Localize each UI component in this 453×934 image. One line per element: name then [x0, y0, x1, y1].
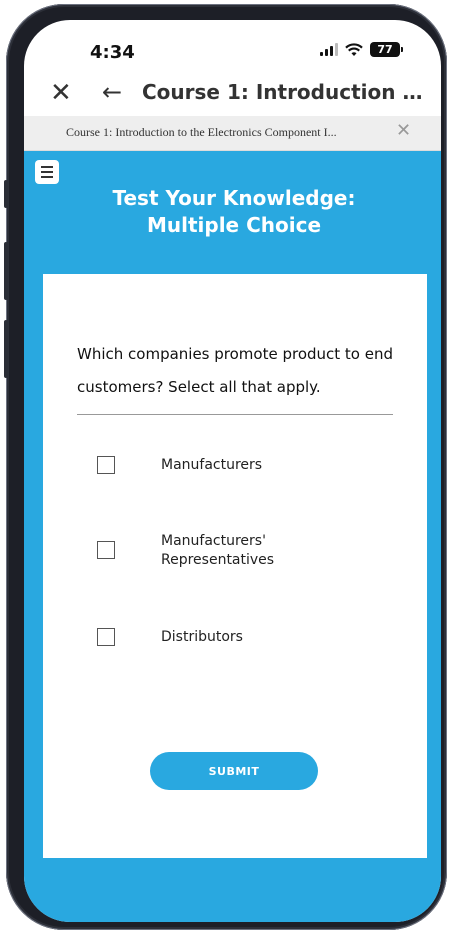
- battery-tip: [401, 47, 403, 52]
- phone-frame: 4:34 77 ✕ ← Course 1: Introduction to t.…: [4, 4, 447, 930]
- question-card: Which companies promote product to end c…: [43, 274, 427, 858]
- option-label: Manufacturers' Representatives: [161, 533, 275, 568]
- status-bar: 4:34 77: [24, 20, 441, 72]
- option-label: Manufacturers: [161, 457, 263, 473]
- screen: 4:34 77 ✕ ← Course 1: Introduction to t.…: [24, 20, 441, 922]
- quiz-title: Test Your Knowledge: Multiple Choice: [112, 186, 356, 237]
- option-label: Distributors: [161, 629, 243, 645]
- course-tab-bar: Course 1: Introduction to the Electronic…: [24, 116, 441, 151]
- silent-switch: [4, 180, 8, 208]
- tab-close-icon[interactable]: ✕: [396, 121, 411, 141]
- close-icon[interactable]: ✕: [50, 80, 72, 106]
- app-header: ✕ ← Course 1: Introduction to t...: [24, 76, 441, 114]
- back-arrow-icon[interactable]: ←: [102, 79, 122, 105]
- page-title: Course 1: Introduction to t...: [142, 80, 427, 104]
- checkbox[interactable]: [97, 628, 115, 646]
- checkbox[interactable]: [97, 456, 115, 474]
- checkbox[interactable]: [97, 541, 115, 559]
- status-time: 4:34: [90, 42, 135, 63]
- volume-up-button: [4, 242, 8, 300]
- volume-down-button: [4, 320, 8, 378]
- status-icons: 77: [320, 42, 403, 57]
- divider: [77, 414, 393, 415]
- wifi-icon: [345, 42, 363, 56]
- submit-button[interactable]: SUBMIT: [150, 752, 318, 790]
- quiz-content-area: Test Your Knowledge: Multiple Choice Whi…: [24, 151, 441, 922]
- course-tab-title: Course 1: Introduction to the Electronic…: [66, 125, 337, 139]
- question-text: Which companies promote product to end c…: [77, 345, 394, 396]
- hamburger-menu-icon[interactable]: [35, 160, 59, 184]
- battery-icon: 77: [370, 42, 400, 57]
- cellular-signal-icon: [320, 43, 338, 56]
